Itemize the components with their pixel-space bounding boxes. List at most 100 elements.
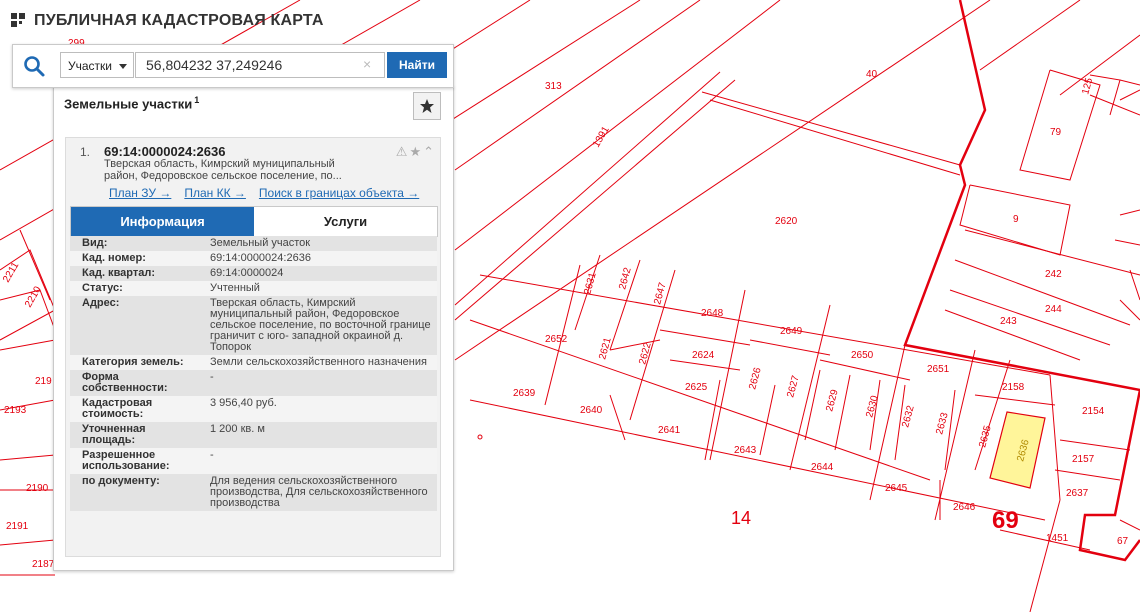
attr-value: Земли сельскохозяйственного назначения: [210, 356, 427, 368]
parcel-label: 2645: [885, 483, 908, 494]
cadastral-number: 69:14:0000024:2636: [104, 144, 226, 159]
table-row: Форма собственности: -: [70, 370, 437, 396]
parcel-label: 2631: [582, 271, 598, 296]
parcel-label: 242: [1045, 269, 1062, 280]
attr-value: Учтенный: [210, 282, 260, 294]
parcel-label: 1391: [591, 124, 612, 149]
table-row: Уточненная площадь: 1 200 кв. м: [70, 422, 437, 448]
star-icon: [420, 99, 434, 113]
attr-value: 1 200 кв. м: [210, 423, 265, 435]
parcel-label: 2154: [1082, 406, 1105, 417]
clear-icon[interactable]: ×: [363, 57, 371, 71]
parcel-label: 2158: [1002, 382, 1025, 393]
panel-title-text: Земельные участки: [64, 96, 193, 112]
attributes-table: Вид: Земельный участок Кад. номер: 69:14:0…: [70, 236, 437, 511]
parcel-label: 2647: [652, 281, 668, 306]
parcel-label: 2622: [637, 341, 653, 366]
attr-key: Вид:: [82, 237, 108, 249]
parcel-label: 2652: [545, 334, 568, 345]
object-type-select[interactable]: Участки: [60, 52, 134, 78]
table-row: Кад. квартал: 69:14:0000024: [70, 266, 437, 281]
parcel-label: 2190: [26, 483, 49, 494]
attr-key: Разрешенное использование:: [82, 449, 170, 472]
table-row: Статус: Учтенный: [70, 281, 437, 296]
parcel-label: 243: [1000, 316, 1017, 327]
parcel-label: 2644: [811, 462, 834, 473]
table-row: по документу: Для ведения сельскохозяйств…: [70, 474, 437, 511]
tabs: Информация Услуги: [70, 206, 438, 237]
parcel-label: 2639: [513, 388, 536, 399]
parcel-label: 2193: [4, 405, 27, 416]
attr-value: -: [210, 371, 214, 383]
parcel-label: 2640: [580, 405, 603, 416]
parcel-label: 219: [35, 376, 52, 387]
pkk-logo-icon: [10, 12, 26, 30]
attr-value-link[interactable]: 69:14:0000024:2636: [194, 251, 437, 266]
attr-key: Статус:: [82, 282, 123, 294]
parcel-label: 2157: [1072, 454, 1095, 465]
parcel-label: 2620: [775, 216, 798, 227]
attr-key: Кад. номер:: [82, 252, 146, 264]
parcel-label: 2630: [864, 394, 880, 419]
find-button[interactable]: Найти: [387, 52, 447, 78]
parcel-label: 2649: [780, 326, 803, 337]
chevron-up-icon[interactable]: ⌃: [423, 144, 434, 160]
parcel-label: 2621: [597, 336, 613, 361]
warning-icon[interactable]: ⚠: [396, 144, 408, 160]
parcel-label: 2187: [32, 559, 55, 570]
parcel-label: 2651: [927, 364, 950, 375]
table-row: Разрешенное использование: -: [70, 448, 437, 474]
table-row: Вид: Земельный участок: [70, 236, 437, 251]
item-address: Тверская область, Кимрский муниципальный…: [104, 158, 342, 182]
attr-key: по документу:: [82, 475, 160, 487]
parcel-label: 2632: [900, 404, 916, 429]
attr-value-link[interactable]: 69:14:0000024: [194, 266, 437, 281]
search-icon[interactable]: [21, 53, 47, 79]
star-icon[interactable]: ★: [409, 144, 421, 160]
card-links: План ЗУ → План КК → Поиск в границах объ…: [109, 186, 419, 200]
parcel-label: 2633: [934, 411, 950, 436]
parcel-label: 1451: [1046, 533, 1069, 544]
parcel-label: 2627: [785, 374, 801, 399]
attr-key: Кад. квартал:: [82, 267, 156, 279]
search-input[interactable]: [135, 52, 385, 78]
attr-value: Земельный участок: [210, 237, 311, 249]
attr-value: 3 956,40 руб.: [210, 397, 277, 409]
table-row: Кадастровая стоимость: 3 956,40 руб.: [70, 396, 437, 422]
parcel-label: 40: [866, 69, 878, 80]
parcel-label: 2641: [658, 425, 681, 436]
attr-value: Для ведения сельскохозяйственного произв…: [210, 475, 428, 509]
results-panel: Земельные участки 1 1. 69:14:0000024:2636…: [53, 86, 454, 571]
quarter-label: 14: [731, 508, 751, 528]
parcel-label: 2625: [685, 382, 708, 393]
parcel-card[interactable]: 1. 69:14:0000024:2636 Тверская область, …: [65, 137, 441, 557]
caret-down-icon: [119, 64, 127, 69]
parcel-label: 9: [1013, 214, 1019, 225]
plan-zu-link[interactable]: План ЗУ →: [109, 186, 171, 200]
parcel-label: 2624: [692, 350, 715, 361]
app-title: ПУБЛИЧНАЯ КАДАСТРОВАЯ КАРТА: [34, 12, 324, 29]
attr-value: Тверская область, Кимрский муниципальный…: [210, 297, 431, 353]
panel-title: Земельные участки 1: [64, 95, 199, 111]
parcel-label: 2643: [734, 445, 757, 456]
tab-info[interactable]: Информация: [71, 207, 254, 236]
search-in-bounds-link[interactable]: Поиск в границах объекта →: [259, 186, 419, 200]
attr-key: Адрес:: [82, 297, 120, 309]
attr-key: Форма собственности:: [82, 371, 168, 394]
attr-value: -: [210, 449, 214, 461]
item-index: 1.: [80, 145, 91, 159]
parcel-label: 2635: [977, 424, 993, 449]
plan-kk-link[interactable]: План КК →: [184, 186, 246, 200]
parcel-label: 2648: [701, 308, 724, 319]
parcel-label: 2191: [6, 521, 29, 532]
table-row: Кад. номер: 69:14:0000024:2636: [70, 251, 437, 266]
parcel-label: 2626: [747, 366, 763, 391]
tab-services[interactable]: Услуги: [254, 207, 437, 236]
parcel-label: 2211: [1, 260, 21, 285]
attr-key: Категория земель:: [82, 356, 184, 368]
table-row: Адрес: Тверская область, Кимрский муницип…: [70, 296, 437, 355]
favorites-button[interactable]: [413, 92, 441, 120]
parcel-label: 2210: [23, 284, 44, 309]
result-count: 1: [194, 95, 200, 105]
parcel-label: 67: [1117, 536, 1129, 547]
